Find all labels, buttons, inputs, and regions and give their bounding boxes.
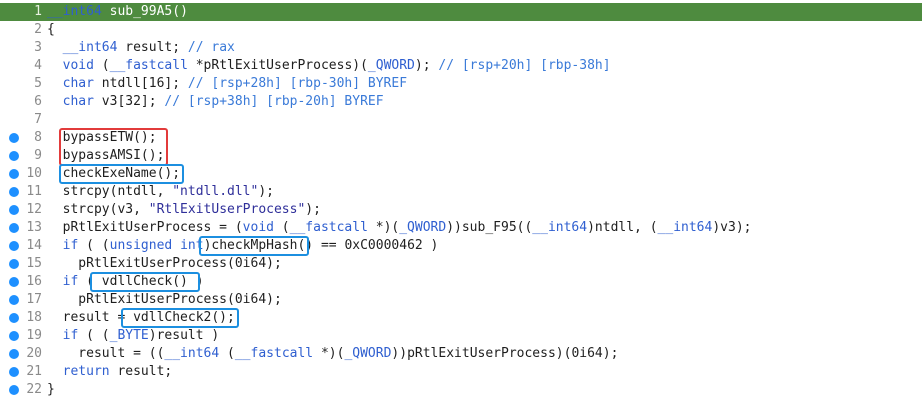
- code-line-21[interactable]: 21 return result;: [0, 363, 922, 381]
- gutter[interactable]: 22: [0, 381, 42, 399]
- code-line-12[interactable]: 12 strcpy(v3, "RtlExitUserProcess");: [0, 201, 922, 219]
- gutter[interactable]: 4: [0, 57, 42, 75]
- code-text[interactable]: }: [47, 381, 55, 399]
- code-line-20[interactable]: 20 result = ((__int64 (__fastcall *)(_QW…: [0, 345, 922, 363]
- line-number: 7: [34, 112, 42, 127]
- line-number: 2: [34, 22, 42, 37]
- line-number: 12: [26, 202, 42, 217]
- line-number: 19: [26, 328, 42, 343]
- line-number: 8: [34, 130, 42, 145]
- code-text[interactable]: pRtlExitUserProcess = (void (__fastcall …: [47, 219, 752, 237]
- code-text[interactable]: void (__fastcall *pRtlExitUserProcess)(_…: [47, 57, 611, 75]
- code-text[interactable]: bypassETW();: [47, 129, 157, 147]
- code-text[interactable]: checkExeName();: [47, 165, 180, 183]
- code-line-6[interactable]: 6 char v3[32]; // [rsp+38h] [rbp-20h] BY…: [0, 93, 922, 111]
- gutter[interactable]: 1: [0, 3, 42, 21]
- gutter[interactable]: 9: [0, 147, 42, 165]
- code-text[interactable]: __int64 result; // rax: [47, 39, 235, 57]
- line-number: 18: [26, 310, 42, 325]
- gutter[interactable]: 18: [0, 309, 42, 327]
- gutter[interactable]: 20: [0, 345, 42, 363]
- code-line-8[interactable]: 8 bypassETW();: [0, 129, 922, 147]
- code-text[interactable]: if ( (_BYTE)result ): [47, 327, 220, 345]
- code-text[interactable]: strcpy(v3, "RtlExitUserProcess");: [47, 201, 321, 219]
- code-text[interactable]: result = ((__int64 (__fastcall *)(_QWORD…: [47, 345, 618, 363]
- line-number: 11: [26, 184, 42, 199]
- code-text[interactable]: if ( vdllCheck() ): [47, 273, 204, 291]
- gutter[interactable]: 16: [0, 273, 42, 291]
- code-text[interactable]: pRtlExitUserProcess(0i64);: [47, 291, 282, 309]
- pseudocode-view[interactable]: 1 __int64 sub_99A5() 2{3 __int64 result; /…: [0, 0, 922, 410]
- gutter[interactable]: 19: [0, 327, 42, 345]
- line-number: 1: [34, 4, 42, 19]
- code-line-10[interactable]: 10 checkExeName();: [0, 165, 922, 183]
- line-number: 13: [26, 220, 42, 235]
- gutter[interactable]: 6: [0, 93, 42, 111]
- code-text[interactable]: if ( (unsigned int)checkMpHash() == 0xC0…: [47, 237, 439, 255]
- gutter[interactable]: 21: [0, 363, 42, 381]
- gutter[interactable]: 10: [0, 165, 42, 183]
- code-line-16[interactable]: 16 if ( vdllCheck() ): [0, 273, 922, 291]
- gutter[interactable]: 8: [0, 129, 42, 147]
- code-text[interactable]: bypassAMSI();: [47, 147, 165, 165]
- gutter[interactable]: 17: [0, 291, 42, 309]
- gutter[interactable]: 5: [0, 75, 42, 93]
- code-text[interactable]: result = vdllCheck2();: [47, 309, 235, 327]
- gutter[interactable]: 13: [0, 219, 42, 237]
- code-text[interactable]: char ntdll[16]; // [rsp+28h] [rbp-30h] B…: [47, 75, 407, 93]
- gutter[interactable]: 14: [0, 237, 42, 255]
- line-number: 3: [34, 40, 42, 55]
- code-line-17[interactable]: 17 pRtlExitUserProcess(0i64);: [0, 291, 922, 309]
- line-number: 10: [26, 166, 42, 181]
- code-line-4[interactable]: 4 void (__fastcall *pRtlExitUserProcess)…: [0, 57, 922, 75]
- code-text[interactable]: char v3[32]; // [rsp+38h] [rbp-20h] BYRE…: [47, 93, 384, 111]
- code-text[interactable]: return result;: [47, 363, 173, 381]
- line-number: 6: [34, 94, 42, 109]
- gutter[interactable]: 2: [0, 21, 42, 39]
- code-line-1[interactable]: 1 __int64 sub_99A5(): [0, 3, 922, 21]
- gutter[interactable]: 7: [0, 111, 42, 129]
- line-number: 14: [26, 238, 42, 253]
- gutter[interactable]: 15: [0, 255, 42, 273]
- code-line-9[interactable]: 9 bypassAMSI();: [0, 147, 922, 165]
- code-line-14[interactable]: 14 if ( (unsigned int)checkMpHash() == 0…: [0, 237, 922, 255]
- code-line-15[interactable]: 15 pRtlExitUserProcess(0i64);: [0, 255, 922, 273]
- line-number: 16: [26, 274, 42, 289]
- code-text[interactable]: pRtlExitUserProcess(0i64);: [47, 255, 282, 273]
- line-number: 17: [26, 292, 42, 307]
- gutter[interactable]: 3: [0, 39, 42, 57]
- code-line-7[interactable]: 7: [0, 111, 922, 129]
- code-text[interactable]: strcpy(ntdll, "ntdll.dll");: [47, 183, 274, 201]
- line-number: 9: [34, 148, 42, 163]
- code-text[interactable]: __int64 sub_99A5(): [47, 3, 188, 21]
- code-line-11[interactable]: 11 strcpy(ntdll, "ntdll.dll");: [0, 183, 922, 201]
- code-line-18[interactable]: 18 result = vdllCheck2();: [0, 309, 922, 327]
- line-number: 22: [26, 382, 42, 397]
- code-line-22[interactable]: 22}: [0, 381, 922, 399]
- code-line-19[interactable]: 19 if ( (_BYTE)result ): [0, 327, 922, 345]
- line-number: 21: [26, 364, 42, 379]
- code-line-13[interactable]: 13 pRtlExitUserProcess = (void (__fastca…: [0, 219, 922, 237]
- line-number: 20: [26, 346, 42, 361]
- line-number: 15: [26, 256, 42, 271]
- gutter[interactable]: 12: [0, 201, 42, 219]
- gutter[interactable]: 11: [0, 183, 42, 201]
- code-line-2[interactable]: 2{: [0, 21, 922, 39]
- code-line-5[interactable]: 5 char ntdll[16]; // [rsp+28h] [rbp-30h]…: [0, 75, 922, 93]
- line-number: 4: [34, 58, 42, 73]
- code-text[interactable]: {: [47, 21, 55, 39]
- line-number: 5: [34, 76, 42, 91]
- code-line-3[interactable]: 3 __int64 result; // rax: [0, 39, 922, 57]
